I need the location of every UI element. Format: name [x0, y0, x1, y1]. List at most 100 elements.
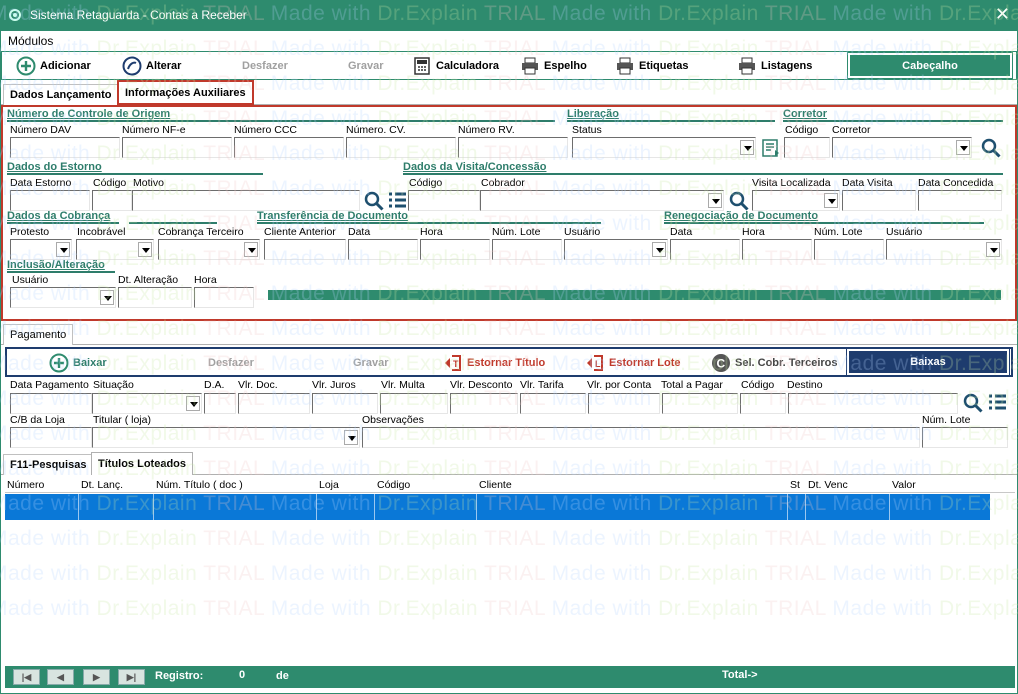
- numero-nfe-field[interactable]: [122, 137, 232, 158]
- chevron-down-icon[interactable]: [708, 193, 722, 208]
- tab-pagamento[interactable]: Pagamento: [3, 324, 74, 345]
- col-dt-lanc[interactable]: Dt. Lanç.: [81, 479, 123, 491]
- chevron-down-icon[interactable]: [100, 290, 114, 305]
- tab-f11-pesquisas[interactable]: F11-Pesquisas: [3, 454, 94, 475]
- chevron-down-icon[interactable]: [652, 242, 666, 257]
- corretor-codigo-field[interactable]: [784, 137, 830, 158]
- estorno-codigo-field[interactable]: [92, 190, 132, 211]
- col-st[interactable]: St: [790, 479, 800, 491]
- listagens-button[interactable]: Listagens: [737, 52, 812, 79]
- observacoes-field[interactable]: [362, 427, 920, 448]
- vlr-por-conta-field[interactable]: [588, 393, 660, 414]
- data-pagamento-field[interactable]: [10, 393, 92, 414]
- chevron-down-icon[interactable]: [956, 140, 970, 155]
- col-num-titulo[interactable]: Núm. Título ( doc ): [156, 479, 243, 491]
- tab-informacoes-auxiliares[interactable]: Informações Auxiliares: [117, 80, 254, 105]
- chevron-down-icon[interactable]: [986, 242, 1000, 257]
- col-numero[interactable]: Número: [7, 479, 44, 491]
- list-icon[interactable]: [986, 392, 1008, 414]
- cliente-anterior-field[interactable]: [264, 239, 346, 260]
- numero-rv-field[interactable]: [458, 137, 568, 158]
- transf-data-field[interactable]: [348, 239, 418, 260]
- first-record-icon[interactable]: |◀: [13, 669, 40, 685]
- chevron-down-icon[interactable]: [740, 140, 754, 155]
- estornar-titulo-button[interactable]: T Estornar Título: [443, 349, 545, 376]
- document-list-icon[interactable]: [760, 138, 782, 158]
- last-record-icon[interactable]: ▶|: [118, 669, 145, 685]
- incobravel-select[interactable]: [76, 239, 154, 260]
- visita-localizada-select[interactable]: [752, 190, 840, 211]
- pag-desfazer-button[interactable]: Desfazer: [208, 349, 254, 376]
- dt-alteracao-field[interactable]: [118, 287, 192, 308]
- prev-record-icon[interactable]: ◀: [47, 669, 74, 685]
- cobrador-select[interactable]: [480, 190, 724, 211]
- table-row[interactable]: [5, 494, 990, 520]
- search-icon[interactable]: [728, 190, 750, 212]
- list-icon[interactable]: [386, 190, 408, 212]
- destino-field[interactable]: [788, 393, 958, 414]
- pag-num-lote-field[interactable]: [922, 427, 1008, 448]
- alterar-button[interactable]: Alterar: [122, 52, 181, 79]
- cobranca-terceiro-select[interactable]: [158, 239, 260, 260]
- transf-hora-field[interactable]: [420, 239, 490, 260]
- data-estorno-field[interactable]: [10, 190, 90, 211]
- search-icon[interactable]: [980, 137, 1002, 159]
- vlr-doc-field[interactable]: [238, 393, 310, 414]
- tab-dados-lancamento[interactable]: Dados Lançamento: [3, 84, 119, 105]
- chevron-down-icon[interactable]: [138, 242, 152, 257]
- adicionar-button[interactable]: Adicionar: [16, 52, 91, 79]
- motivo-field[interactable]: [132, 190, 360, 211]
- search-icon[interactable]: [363, 190, 385, 212]
- desfazer-button[interactable]: Desfazer: [242, 52, 288, 79]
- transf-usuario-select[interactable]: [564, 239, 668, 260]
- cb-loja-field[interactable]: [10, 427, 92, 448]
- chevron-down-icon[interactable]: [186, 396, 200, 411]
- col-cliente[interactable]: Cliente: [479, 479, 512, 491]
- estornar-lote-button[interactable]: L Estornar Lote: [585, 349, 681, 376]
- inclusao-usuario-select[interactable]: [10, 287, 116, 308]
- inclusao-hora-field[interactable]: [194, 287, 254, 308]
- numero-cv-field[interactable]: [346, 137, 456, 158]
- chevron-down-icon[interactable]: [824, 193, 838, 208]
- da-field[interactable]: [204, 393, 236, 414]
- vlr-tarifa-field[interactable]: [520, 393, 586, 414]
- close-icon[interactable]: ✕: [995, 5, 1010, 23]
- chevron-down-icon[interactable]: [244, 242, 258, 257]
- chevron-down-icon[interactable]: [56, 242, 70, 257]
- pag-gravar-button[interactable]: Gravar: [353, 349, 388, 376]
- status-select[interactable]: [572, 137, 756, 158]
- total-a-pagar-field[interactable]: [662, 393, 738, 414]
- corretor-select[interactable]: [832, 137, 972, 158]
- reneg-hora-field[interactable]: [742, 239, 812, 260]
- col-codigo[interactable]: Código: [377, 479, 410, 491]
- transf-num-lote-field[interactable]: [492, 239, 562, 260]
- data-concedida-field[interactable]: [918, 190, 1002, 211]
- col-loja[interactable]: Loja: [319, 479, 339, 491]
- visita-codigo-field[interactable]: [408, 190, 480, 211]
- gravar-button[interactable]: Gravar: [348, 52, 383, 79]
- etiquetas-button[interactable]: Etiquetas: [615, 52, 689, 79]
- data-visita-field[interactable]: [842, 190, 916, 211]
- pag-codigo-field[interactable]: [740, 393, 786, 414]
- menu-modulos[interactable]: Módulos: [8, 34, 53, 48]
- next-record-icon[interactable]: ▶: [83, 669, 110, 685]
- protesto-select[interactable]: [10, 239, 72, 260]
- search-icon[interactable]: [962, 392, 984, 414]
- reneg-usuario-select[interactable]: [886, 239, 1002, 260]
- chevron-down-icon[interactable]: [344, 430, 358, 445]
- vlr-juros-field[interactable]: [312, 393, 378, 414]
- calculadora-button[interactable]: Calculadora: [412, 52, 499, 79]
- numero-dav-field[interactable]: [10, 137, 120, 158]
- col-valor[interactable]: Valor: [892, 479, 916, 491]
- reneg-data-field[interactable]: [670, 239, 740, 260]
- numero-ccc-field[interactable]: [234, 137, 344, 158]
- tab-titulos-loteados[interactable]: Títulos Loteados: [91, 452, 193, 475]
- reneg-num-lote-field[interactable]: [814, 239, 884, 260]
- titular-select[interactable]: [92, 427, 360, 448]
- sel-cobr-terceiros-button[interactable]: C Sel. Cobr. Terceiros: [711, 349, 838, 376]
- vlr-desconto-field[interactable]: [450, 393, 518, 414]
- baixar-button[interactable]: Baixar: [49, 349, 107, 376]
- col-dt-venc[interactable]: Dt. Venc: [808, 479, 848, 491]
- situacao-select[interactable]: [92, 393, 202, 414]
- espelho-button[interactable]: Espelho: [520, 52, 587, 79]
